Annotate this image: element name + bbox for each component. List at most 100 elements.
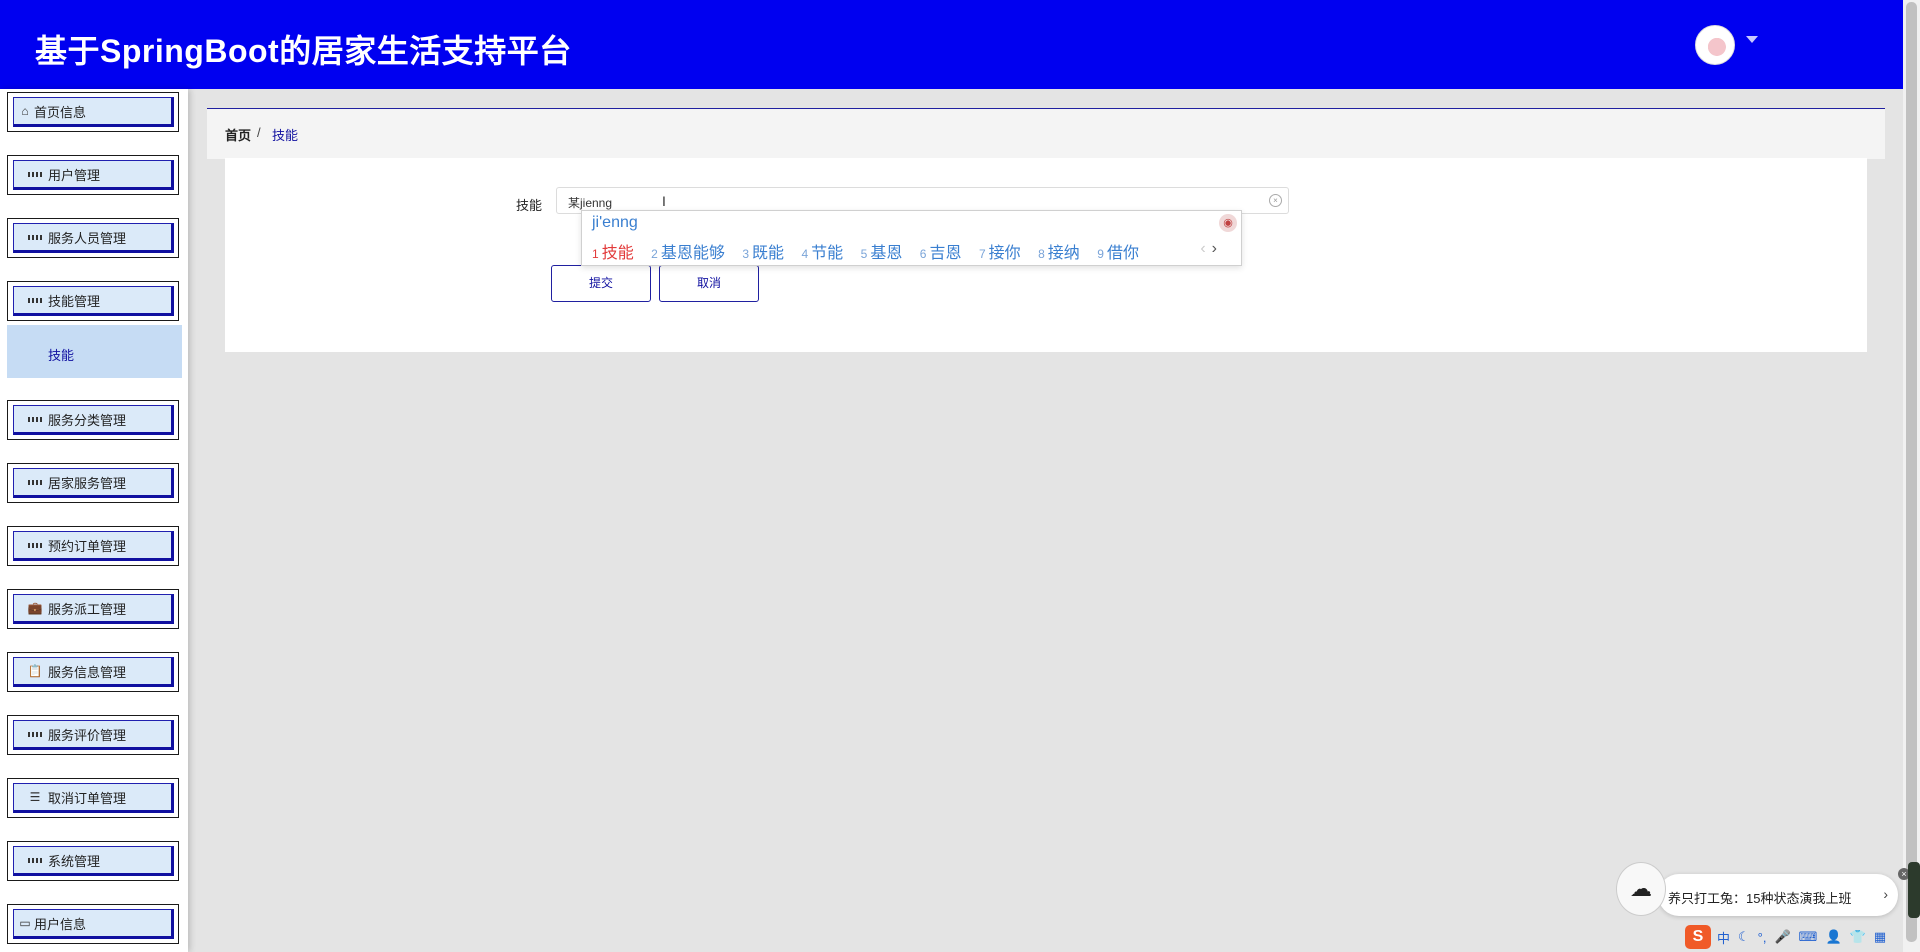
sogou-ime-toolbar: S 中 ☾ °, 🎤 ⌨ 👤 👕 ▦ <box>1685 924 1903 950</box>
caret-down-icon[interactable] <box>1746 36 1758 43</box>
sidebar-item-label: 取消订单管理 <box>48 790 127 806</box>
cancel-button[interactable]: 取消 <box>659 265 759 302</box>
ime-candidate-text: 吉恩 <box>929 245 962 262</box>
top-header: 基于SpringBoot的居家生活支持平台 <box>0 0 1903 89</box>
sidebar-item-category-management[interactable]: 服务分类管理 <box>7 400 179 440</box>
sidebar-item-home-service-management[interactable]: 居家服务管理 <box>7 463 179 503</box>
sidebar-item-label: 首页信息 <box>34 104 87 120</box>
ime-pinyin: ji'enng <box>592 214 638 231</box>
ime-candidates: 1 技能 2 基恩能够 3 既能 4 节能 5 基恩 6 吉恩 7 接你 8 接纳 9 借你 <box>592 239 1152 263</box>
home-icon: ⌂ <box>21 104 29 118</box>
sliders-icon: ☰ <box>29 790 41 804</box>
grid-icon <box>28 167 42 181</box>
ime-candidate-text: 既能 <box>752 245 785 262</box>
ime-mode-toggle[interactable]: 中 <box>1717 928 1730 947</box>
ime-candidate-number: 5 <box>860 247 868 261</box>
skin-icon[interactable]: 👕 <box>1850 929 1866 945</box>
ime-candidate-text: 基恩 <box>870 245 903 262</box>
ime-candidate-number: 2 <box>651 247 658 261</box>
clear-icon[interactable]: × <box>1269 194 1282 207</box>
ime-candidate-number: 3 <box>742 247 749 261</box>
sidebar-subitem-label: 技能 <box>48 348 75 363</box>
chevron-right-icon[interactable]: › <box>1883 886 1888 902</box>
ime-next-icon[interactable]: › <box>1212 240 1217 257</box>
sidebar-item-label: 预约订单管理 <box>48 538 127 554</box>
ime-candidate[interactable]: 1 技能 <box>592 239 634 263</box>
ime-candidate-number: 7 <box>978 247 986 261</box>
punctuation-icon[interactable]: °, <box>1758 930 1767 945</box>
ime-candidate[interactable]: 2 基恩能够 <box>651 239 725 263</box>
briefcase-icon: 💼 <box>27 601 43 615</box>
ime-candidate-text: 基恩能够 <box>660 245 725 262</box>
ime-skin-icon[interactable]: ◉ <box>1219 214 1237 232</box>
app-title: 基于SpringBoot的居家生活支持平台 <box>35 33 572 69</box>
sidebar-item-label: 系统管理 <box>48 853 101 869</box>
ime-candidate[interactable]: 9 借你 <box>1097 239 1139 263</box>
grid-icon <box>28 230 42 244</box>
ime-candidate-text: 技能 <box>601 245 634 262</box>
ime-page-arrows: ‹ › <box>1200 240 1217 258</box>
sidebar-subitem-skill[interactable]: 技能 <box>7 325 182 378</box>
sidebar-item-label: 用户管理 <box>48 167 101 183</box>
sidebar-item-cancel-order-management[interactable]: ☰ 取消订单管理 <box>7 778 179 818</box>
ime-candidate[interactable]: 7 接你 <box>979 239 1021 263</box>
sidebar-item-user-info[interactable]: ▭ 用户信息 <box>7 904 179 944</box>
ime-prev-icon[interactable]: ‹ <box>1200 240 1205 257</box>
ime-candidate-number: 4 <box>801 247 809 261</box>
mascot-icon: ☁ <box>1616 862 1666 916</box>
sidebar-item-label: 服务评价管理 <box>48 727 127 743</box>
sidebar-item-system-management[interactable]: 系统管理 <box>7 841 179 881</box>
breadcrumb-home[interactable]: 首页 <box>225 125 251 144</box>
submit-button[interactable]: 提交 <box>551 265 651 302</box>
ime-candidate[interactable]: 8 接纳 <box>1038 239 1080 263</box>
ime-candidate[interactable]: 5 基恩 <box>861 239 903 263</box>
sidebar-item-service-info-management[interactable]: 📋 服务信息管理 <box>7 652 179 692</box>
sidebar-item-skill-management[interactable]: 技能管理 <box>7 281 179 321</box>
breadcrumb: 首页 / 技能 <box>207 108 1885 159</box>
keyboard-icon[interactable]: ⌨ <box>1799 929 1818 945</box>
skill-input-value: 某jienng <box>568 196 613 210</box>
sidebar-item-booking-management[interactable]: 预约订单管理 <box>7 526 179 566</box>
sidebar-item-staff-management[interactable]: 服务人员管理 <box>7 218 179 258</box>
scrollbar-thumb[interactable] <box>1906 2 1917 942</box>
sidebar: ⌂ 首页信息 用户管理 服务人员管理 技能管理 技能 服务分类管理 居家服务管理 … <box>0 89 188 952</box>
clipboard-icon: 📋 <box>27 664 43 678</box>
ime-candidate-text: 节能 <box>811 245 844 262</box>
sidebar-item-home-info[interactable]: ⌂ 首页信息 <box>7 92 179 132</box>
ime-candidate-text: 借你 <box>1106 245 1139 262</box>
sidebar-item-label: 居家服务管理 <box>48 475 127 491</box>
grid-icon <box>28 475 42 489</box>
moon-icon[interactable]: ☾ <box>1738 929 1750 945</box>
sidebar-item-label: 服务信息管理 <box>48 664 127 680</box>
microphone-icon[interactable]: 🎤 <box>1774 929 1790 945</box>
text-cursor-icon: I <box>662 193 666 209</box>
user-icon[interactable]: 👤 <box>1825 929 1841 945</box>
notification-toast[interactable]: ☁ 养只打工兔：15种状态演我上班 › × <box>1616 862 1910 916</box>
ime-candidate-text: 接你 <box>988 245 1021 262</box>
page-scrollbar[interactable] <box>1903 0 1920 952</box>
side-widget[interactable] <box>1908 862 1920 918</box>
sidebar-item-review-management[interactable]: 服务评价管理 <box>7 715 179 755</box>
sidebar-item-label: 服务派工管理 <box>48 601 127 617</box>
ime-candidate-number: 9 <box>1097 247 1104 261</box>
user-avatar[interactable] <box>1695 25 1735 65</box>
ime-candidate-number: 8 <box>1038 247 1045 261</box>
ime-candidate[interactable]: 4 节能 <box>801 239 843 263</box>
sidebar-item-label: 技能管理 <box>48 293 101 309</box>
sidebar-item-label: 服务分类管理 <box>48 412 127 428</box>
grid-icon <box>28 412 42 426</box>
ime-candidate[interactable]: 6 吉恩 <box>920 239 962 263</box>
toolbox-icon[interactable]: ▦ <box>1874 929 1886 945</box>
sidebar-item-user-management[interactable]: 用户管理 <box>7 155 179 195</box>
toast-message: 养只打工兔：15种状态演我上班 <box>1668 891 1852 906</box>
sidebar-item-label: 用户信息 <box>34 916 87 932</box>
grid-icon <box>28 727 42 741</box>
sogou-logo-icon[interactable]: S <box>1685 925 1711 949</box>
card-icon: ▭ <box>19 916 31 930</box>
sidebar-item-dispatch-management[interactable]: 💼 服务派工管理 <box>7 589 179 629</box>
ime-candidate-number: 6 <box>919 247 927 261</box>
sidebar-item-label: 服务人员管理 <box>48 230 127 246</box>
ime-candidate-text: 接纳 <box>1047 245 1080 262</box>
ime-candidate-number: 1 <box>592 247 599 261</box>
ime-candidate[interactable]: 3 既能 <box>742 239 784 263</box>
